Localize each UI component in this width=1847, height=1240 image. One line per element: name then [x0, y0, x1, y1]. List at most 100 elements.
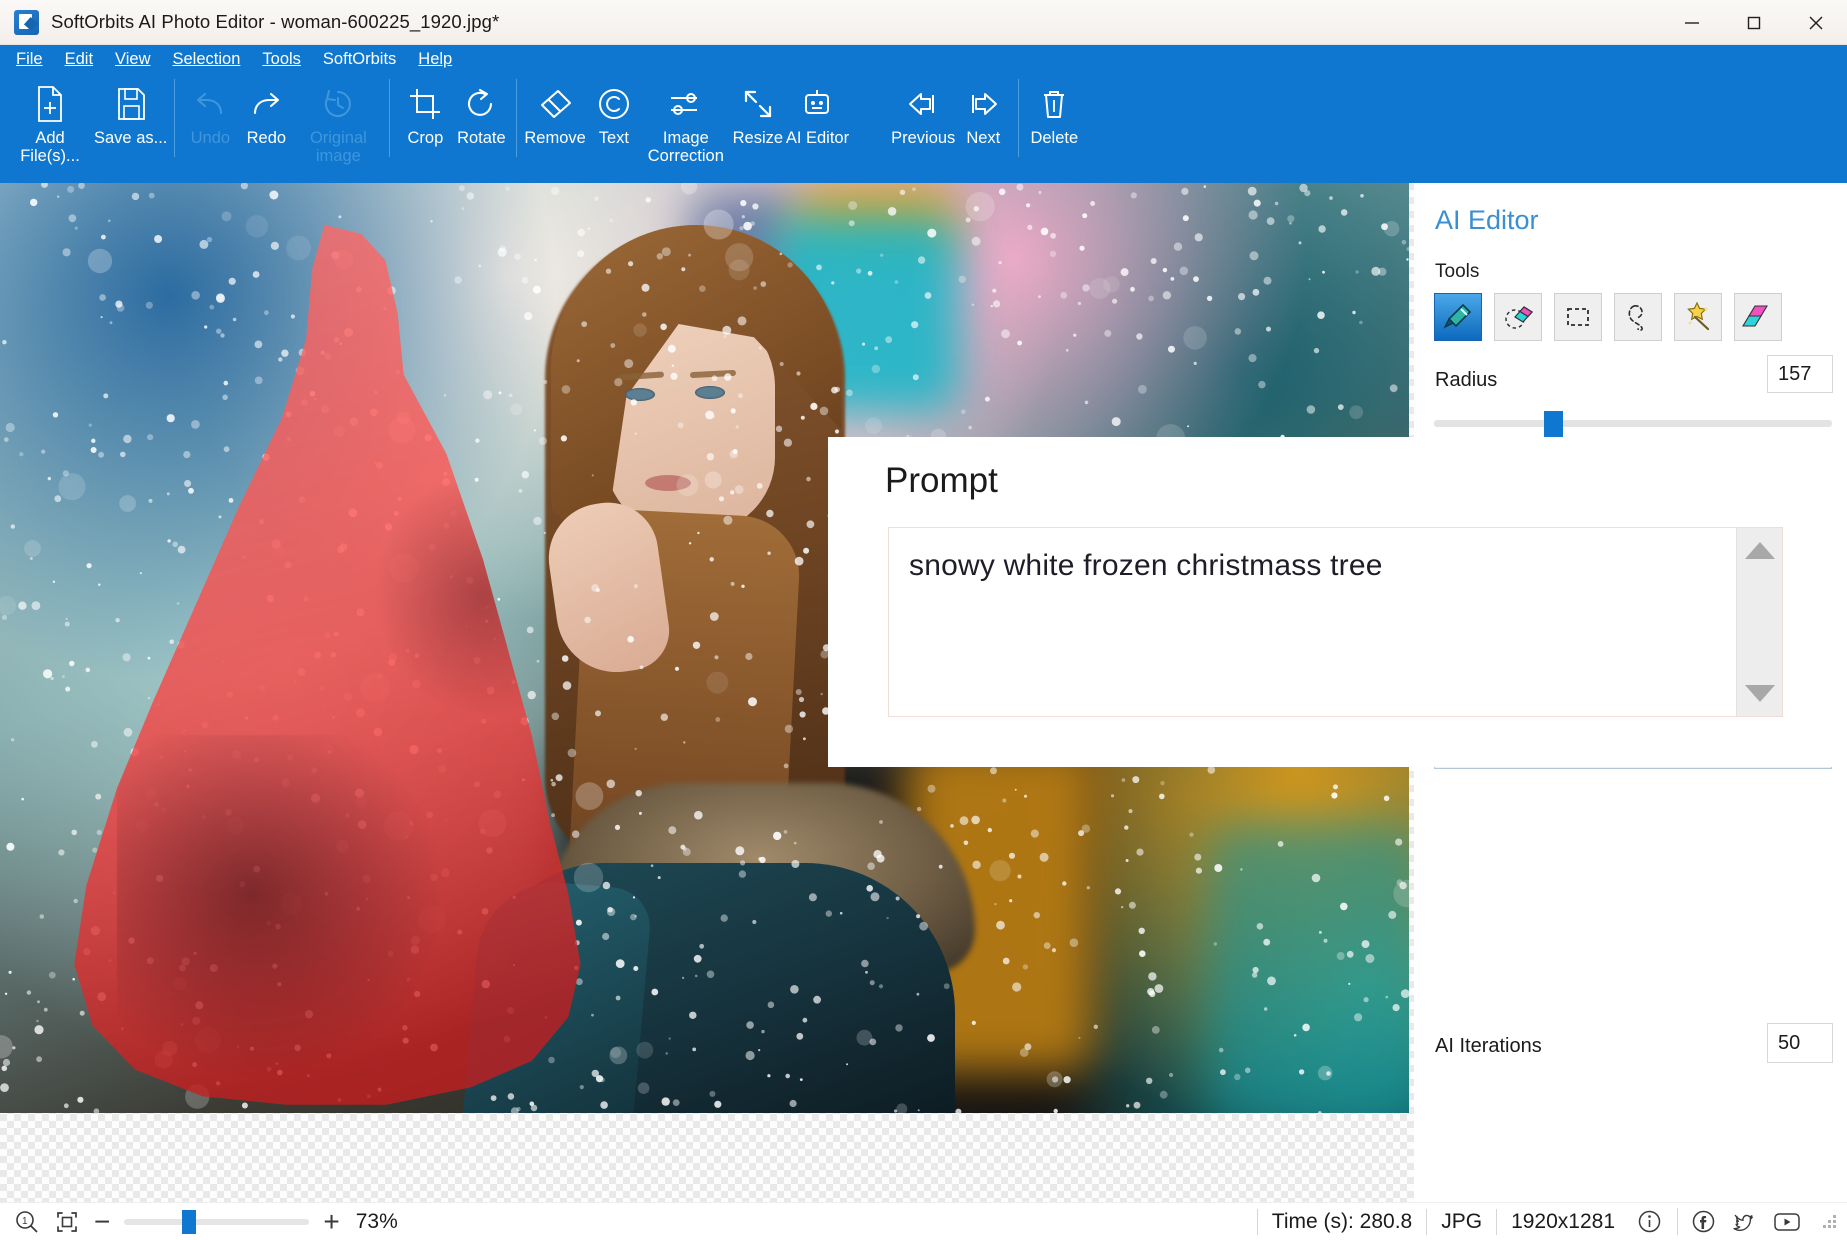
- menu-selection[interactable]: Selection: [173, 50, 241, 69]
- scroll-up-arrow-icon[interactable]: [1744, 542, 1775, 559]
- add-file-icon: [33, 81, 67, 127]
- toolbar-next[interactable]: Next: [955, 73, 1011, 177]
- fill-icon: [1742, 305, 1768, 327]
- facebook-icon[interactable]: [1677, 1208, 1717, 1235]
- tool-brush[interactable]: [1434, 293, 1482, 341]
- rotate-icon: [464, 81, 498, 127]
- prompt-input-box[interactable]: snowy white frozen christmass tree: [888, 527, 1783, 717]
- maximize-button[interactable]: [1723, 0, 1785, 45]
- toolbar-text[interactable]: Text: [586, 73, 642, 177]
- tool-gradient-fill[interactable]: [1734, 293, 1782, 341]
- youtube-icon[interactable]: [1772, 1208, 1802, 1235]
- menu-tools[interactable]: Tools: [262, 50, 301, 69]
- minimize-button[interactable]: [1661, 0, 1723, 45]
- toolbar-remove[interactable]: Remove: [524, 73, 586, 177]
- close-button[interactable]: [1785, 0, 1847, 45]
- magic-wand-icon: [1687, 301, 1710, 331]
- crop-icon: [408, 81, 442, 127]
- brush-icon: [1443, 303, 1472, 329]
- tool-lasso-select[interactable]: [1614, 293, 1662, 341]
- toolbar-delete-label: Delete: [1030, 129, 1079, 147]
- toolbar-original-image-label: Original image: [309, 129, 367, 165]
- zoom-slider[interactable]: [124, 1209, 310, 1234]
- rectangle-select-icon: [1567, 308, 1589, 326]
- eraser-icon: [537, 81, 573, 127]
- tool-rectangle-select[interactable]: [1554, 293, 1602, 341]
- toolbar-add-files-label: Add File(s)...: [20, 129, 80, 165]
- window-controls: [1661, 0, 1847, 44]
- arrow-left-icon: [904, 81, 942, 127]
- status-dimensions: 1920x1281: [1496, 1208, 1629, 1235]
- photo-blob-cyan: [1210, 823, 1409, 1113]
- zoom-slider-track[interactable]: [124, 1218, 310, 1225]
- toolbar-ai-editor-label: AI Editor: [785, 129, 850, 147]
- resize-icon: [741, 81, 775, 127]
- toolbar-resize[interactable]: Resize: [730, 73, 786, 177]
- lasso-icon: [1628, 305, 1643, 331]
- zoom-1to1-icon[interactable]: 1: [14, 1209, 40, 1235]
- toolbar-redo[interactable]: Redo: [238, 73, 294, 177]
- prompt-input[interactable]: snowy white frozen christmass tree: [889, 528, 1736, 716]
- prompt-panel: Prompt snowy white frozen christmass tre…: [828, 437, 1847, 767]
- toolbar-add-files[interactable]: Add File(s)...: [6, 73, 94, 177]
- toolbar-previous[interactable]: Previous: [891, 73, 955, 177]
- panel-title: AI Editor: [1435, 205, 1539, 235]
- toolbar-previous-label: Previous: [891, 129, 956, 147]
- tool-eraser-brush[interactable]: [1494, 293, 1542, 341]
- radius-label: Radius: [1435, 369, 1498, 391]
- zoom-in-button[interactable]: +: [323, 1207, 339, 1235]
- zoom-out-button[interactable]: −: [94, 1207, 110, 1235]
- ai-iterations-field[interactable]: 50: [1767, 1023, 1833, 1063]
- scroll-down-arrow-icon[interactable]: [1744, 685, 1775, 702]
- toolbar-image-correction[interactable]: Image Correction: [642, 73, 730, 177]
- toolbar-image-correction-label: Image Correction: [647, 129, 724, 165]
- toolbar-ai-editor[interactable]: AI Editor: [786, 73, 849, 177]
- robot-icon: [800, 81, 834, 127]
- tool-magic-wand[interactable]: [1674, 293, 1722, 341]
- menu-help[interactable]: Help: [418, 50, 452, 69]
- undo-icon: [191, 81, 229, 127]
- toolbar-separator-3: [516, 79, 518, 157]
- toolbar-separator-1: [174, 79, 176, 157]
- toolbar: Add File(s)... Save as... Undo Redo Orig…: [0, 73, 1847, 183]
- toolbar-original-image[interactable]: Original image: [294, 73, 382, 177]
- redo-icon: [247, 81, 285, 127]
- menu-edit[interactable]: Edit: [65, 50, 93, 69]
- prompt-scrollbar[interactable]: [1736, 528, 1782, 716]
- toolbar-rotate[interactable]: Rotate: [453, 73, 509, 177]
- toolbar-save-as-label: Save as...: [94, 129, 168, 147]
- lips: [645, 475, 691, 491]
- zoom-slider-thumb[interactable]: [182, 1209, 197, 1234]
- toolbar-crop[interactable]: Crop: [397, 73, 453, 177]
- zoom-percent: 73%: [355, 1209, 398, 1233]
- toolbar-delete[interactable]: Delete: [1026, 73, 1082, 177]
- arrow-right-icon: [964, 81, 1002, 127]
- title-bar: SoftOrbits AI Photo Editor - woman-60022…: [0, 0, 1847, 45]
- save-icon: [114, 81, 148, 127]
- prompt-title: Prompt: [885, 461, 998, 500]
- toolbar-next-label: Next: [966, 129, 1001, 147]
- toolbar-resize-label: Resize: [732, 129, 784, 147]
- menu-bar: File Edit View Selection Tools SoftOrbit…: [0, 45, 1847, 73]
- radius-value-field[interactable]: 157: [1767, 355, 1833, 393]
- toolbar-redo-label: Redo: [246, 129, 287, 147]
- fit-to-screen-icon[interactable]: [54, 1209, 80, 1235]
- app-icon: [14, 9, 39, 35]
- radius-slider[interactable]: [1434, 411, 1832, 443]
- toolbar-undo[interactable]: Undo: [182, 73, 238, 177]
- menu-file[interactable]: File: [16, 50, 43, 69]
- status-bar-right: Time (s): 280.8 JPG 1920x1281: [1256, 1203, 1847, 1240]
- history-icon: [320, 81, 356, 127]
- sliders-icon: [667, 81, 705, 127]
- toolbar-save-as[interactable]: Save as...: [94, 73, 167, 177]
- eye-left: [625, 388, 655, 401]
- toolbar-rotate-label: Rotate: [457, 129, 506, 147]
- menu-softorbits[interactable]: SoftOrbits: [323, 50, 396, 69]
- resize-grip[interactable]: [1821, 1213, 1839, 1231]
- toolbar-separator-4: [1018, 79, 1020, 157]
- menu-view[interactable]: View: [115, 50, 150, 69]
- info-icon[interactable]: [1636, 1208, 1663, 1235]
- radius-slider-track[interactable]: [1434, 420, 1832, 427]
- twitter-icon[interactable]: [1731, 1208, 1758, 1235]
- toolbar-text-label: Text: [598, 129, 629, 147]
